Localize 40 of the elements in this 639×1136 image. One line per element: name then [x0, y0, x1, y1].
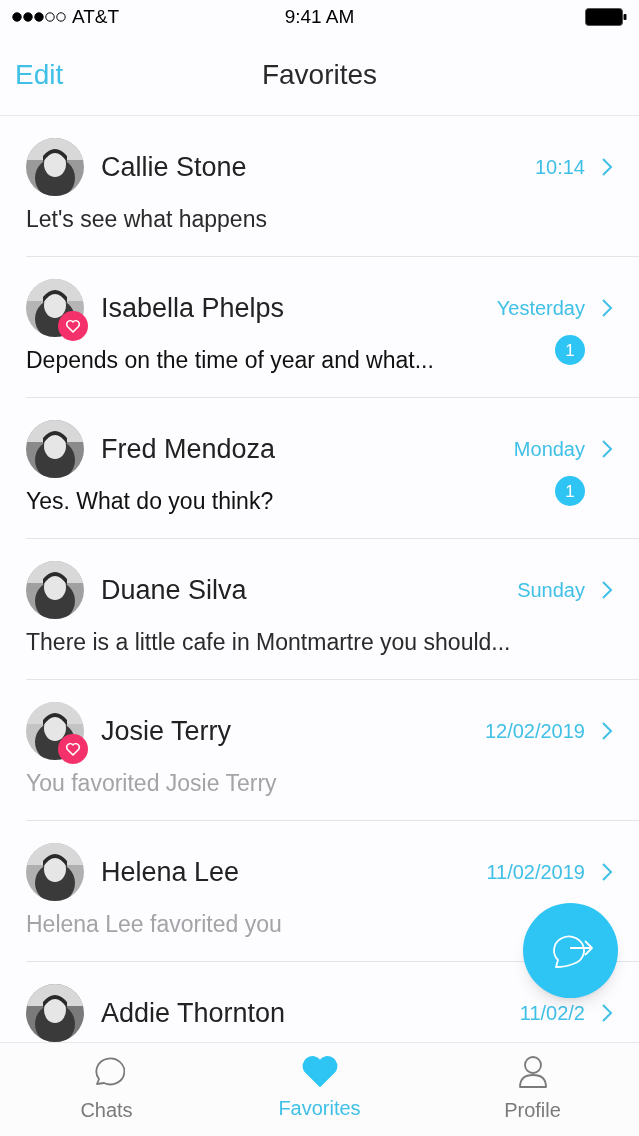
contact-name: Helena Lee — [101, 855, 241, 889]
chevron-right-icon[interactable] — [601, 721, 613, 741]
carrier-name: AT&T — [72, 4, 120, 29]
message-preview: There is a little cafe in Montmartre you should... — [26, 628, 512, 657]
chat-time: Yesterday — [496, 296, 585, 321]
chevron-right-icon[interactable] — [601, 157, 613, 177]
contact-name: Josie Terry — [101, 714, 233, 748]
message-preview: Depends on the time of year and what... — [26, 346, 435, 375]
contact-name: Fred Mendoza — [101, 432, 277, 466]
heart-icon — [301, 1055, 338, 1087]
chevron-right-icon[interactable] — [601, 298, 613, 318]
clock-time: 9:41 AM — [283, 4, 356, 29]
contact-name: Addie Thornton — [101, 996, 287, 1030]
message-preview: You favorited Josie Terry — [26, 769, 278, 798]
screen-title: Favorites — [261, 57, 378, 92]
tab-bar-item[interactable]: Profile — [426, 1043, 639, 1136]
person-icon — [517, 1055, 548, 1089]
battery-icon — [585, 8, 627, 26]
chevron-right-icon[interactable] — [601, 580, 613, 600]
message-preview: Helena Lee favorited you — [26, 910, 283, 939]
chat-time: 10:14 — [534, 155, 585, 180]
unread-count: 1 — [555, 335, 585, 366]
contact-name: Callie Stone — [101, 150, 248, 184]
heart-badge-icon — [58, 311, 88, 341]
chat-time: 12/02/2019 — [484, 719, 585, 744]
message-preview: Let's see what happens — [26, 205, 268, 234]
chat-time: Sunday — [517, 578, 585, 603]
chevron-right-icon[interactable] — [601, 1003, 613, 1023]
unread-count: 1 — [555, 476, 585, 507]
heart-badge-icon — [58, 734, 88, 764]
signal-icon — [12, 12, 66, 22]
chevron-right-icon[interactable] — [601, 439, 613, 459]
chat-time: 11/02/2019 — [486, 860, 585, 885]
chat-time: 11/02/2 — [519, 1001, 585, 1026]
chevron-right-icon[interactable] — [601, 862, 613, 882]
chat-time: Monday — [513, 437, 585, 462]
tab-bar-item[interactable]: Chats — [0, 1043, 213, 1136]
contact-name: Duane Silva — [101, 573, 248, 607]
contact-name: Isabella Phelps — [101, 291, 286, 325]
message-preview: Yes. What do you think? — [26, 487, 275, 516]
